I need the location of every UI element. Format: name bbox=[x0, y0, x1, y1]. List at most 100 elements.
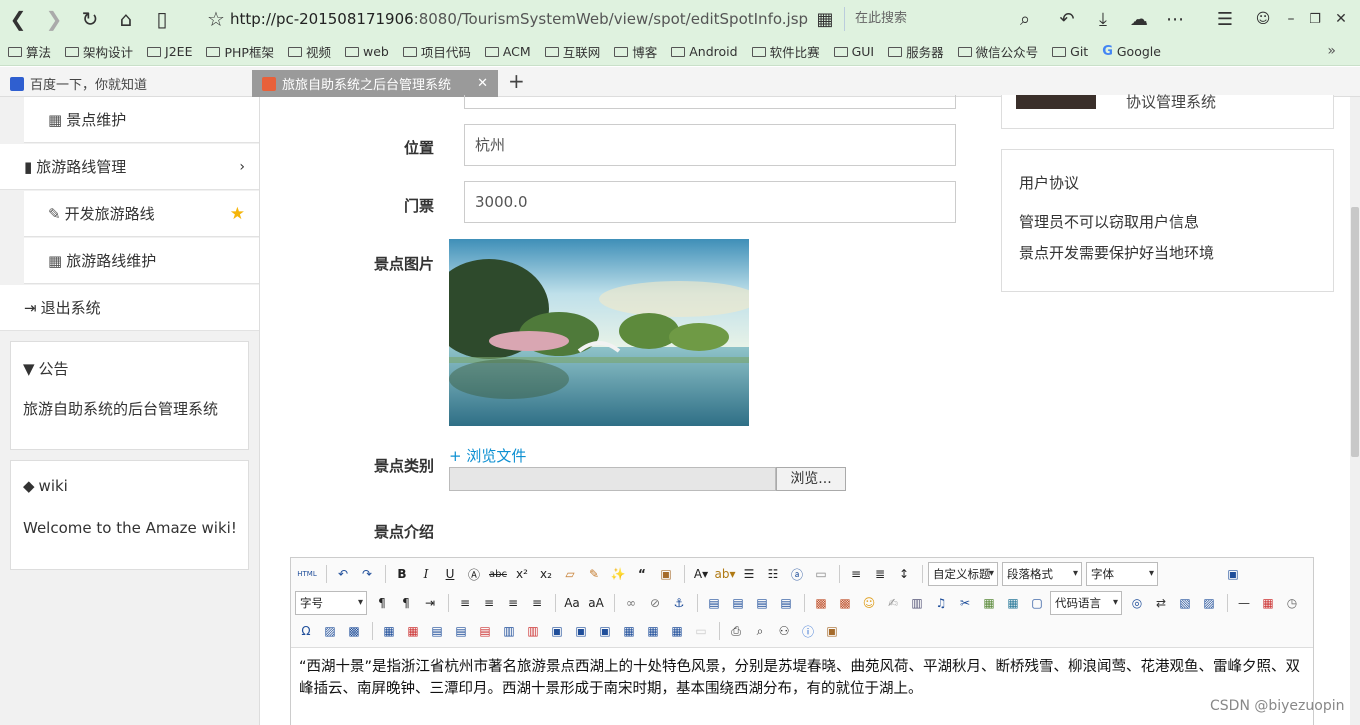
bookmark-item[interactable]: Git bbox=[1052, 44, 1088, 59]
reader-icon[interactable]: ▯ bbox=[144, 0, 180, 38]
multi-image-icon[interactable]: ▩ bbox=[834, 593, 856, 613]
bookmark-item[interactable]: 软件比赛 bbox=[751, 42, 820, 61]
address-bar[interactable]: http://pc-201508171906:8080/TourismSyste… bbox=[230, 0, 808, 38]
image-none-icon[interactable]: ▤ bbox=[703, 593, 725, 613]
bookmark-item[interactable]: PHP框架 bbox=[206, 42, 274, 61]
background-icon[interactable]: ▧ bbox=[1174, 593, 1196, 613]
lowercase-icon[interactable]: aA bbox=[585, 593, 607, 613]
subscript-icon[interactable]: x₂ bbox=[535, 564, 557, 584]
image-right-icon[interactable]: ▤ bbox=[751, 593, 773, 613]
split-to-rows-icon[interactable]: ▦ bbox=[642, 621, 664, 641]
word-image-icon[interactable]: ▩ bbox=[343, 621, 365, 641]
ticket-input[interactable]: 3000.0 bbox=[464, 181, 956, 223]
insert-table-icon[interactable]: ▦ bbox=[378, 621, 400, 641]
template-icon[interactable]: ⇄ bbox=[1150, 593, 1172, 613]
search-icon[interactable]: ⌕ bbox=[1008, 0, 1042, 38]
align-right-icon[interactable]: ≡ bbox=[502, 593, 524, 613]
align-left-icon[interactable]: ≡ bbox=[454, 593, 476, 613]
sidebar-item-spot-maintain[interactable]: ▦ 景点维护 bbox=[24, 97, 259, 143]
scrollbar-thumb[interactable] bbox=[1351, 207, 1359, 457]
auto-typeset-icon[interactable]: ✨ bbox=[607, 564, 629, 584]
new-tab-icon[interactable]: + bbox=[508, 69, 525, 93]
gmap-icon[interactable]: ▦ bbox=[1002, 593, 1024, 613]
ordered-list-icon[interactable]: ☰ bbox=[738, 564, 760, 584]
drafts-icon[interactable]: ▣ bbox=[821, 621, 843, 641]
bookmark-item[interactable]: 互联网 bbox=[544, 42, 600, 61]
search-icon[interactable]: ⚇ bbox=[773, 621, 795, 641]
merge-down-icon[interactable]: ▣ bbox=[594, 621, 616, 641]
close-tab-icon[interactable]: ✕ bbox=[477, 76, 488, 91]
strikethrough-icon[interactable]: abc bbox=[487, 564, 509, 584]
editor-content[interactable]: “西湖十景”是指浙江省杭州市著名旅游景点西湖上的十处特色风景，分别是苏堤春晓、曲… bbox=[299, 656, 1309, 700]
time-icon[interactable]: ◷ bbox=[1281, 593, 1303, 613]
sidebar-item-develop-route[interactable]: ✎ 开发旅游路线 ★ bbox=[24, 191, 259, 237]
bookmark-item[interactable]: Android bbox=[671, 44, 738, 59]
browse-file-link[interactable]: + 浏览文件 bbox=[449, 445, 526, 466]
select-all-icon[interactable]: ⓐ bbox=[786, 564, 808, 584]
qr-icon[interactable]: ▦ bbox=[808, 0, 842, 38]
page-scrollbar[interactable] bbox=[1350, 97, 1360, 725]
undo-icon[interactable]: ↶ bbox=[332, 564, 354, 584]
sidebar-item-route-maintain[interactable]: ▦ 旅游路线维护 bbox=[24, 238, 259, 284]
delete-col-icon[interactable]: ▥ bbox=[522, 621, 544, 641]
bookmark-item[interactable]: 博客 bbox=[614, 42, 657, 61]
search-replace-icon[interactable]: ▨ bbox=[319, 621, 341, 641]
bold-icon[interactable]: B bbox=[391, 564, 413, 584]
chart-icon[interactable]: ▭ bbox=[690, 621, 712, 641]
insert-col-icon[interactable]: ▥ bbox=[498, 621, 520, 641]
blockquote-icon[interactable]: “ bbox=[631, 564, 653, 584]
file-path-field[interactable] bbox=[449, 467, 776, 491]
bookmark-item[interactable]: ACM bbox=[484, 44, 531, 59]
bookmark-item[interactable]: GUI bbox=[833, 44, 874, 59]
undo-icon[interactable]: ↶ bbox=[1050, 0, 1084, 38]
bookmark-item[interactable]: J2EE bbox=[147, 44, 192, 59]
format-brush-icon[interactable]: ✎ bbox=[583, 564, 605, 584]
paste-plain-icon[interactable]: ▣ bbox=[655, 564, 677, 584]
code-language-select[interactable]: 代码语言 bbox=[1050, 591, 1122, 615]
fullscreen-icon[interactable]: ▣ bbox=[1222, 564, 1244, 584]
row-spacing-bottom-icon[interactable]: ≣ bbox=[869, 564, 891, 584]
unordered-list-icon[interactable]: ☷ bbox=[762, 564, 784, 584]
clear-doc-icon[interactable]: ▭ bbox=[810, 564, 832, 584]
sidebar-item-route-manage[interactable]: ▮ 旅游路线管理 › bbox=[0, 144, 259, 190]
merge-cells-icon[interactable]: ▣ bbox=[546, 621, 568, 641]
bookmark-item[interactable]: G Google bbox=[1102, 44, 1161, 59]
bookmark-item[interactable]: 架构设计 bbox=[65, 42, 133, 61]
bookmark-item[interactable]: 微信公众号 bbox=[957, 42, 1038, 61]
reload-icon[interactable]: ↻ bbox=[72, 0, 108, 38]
special-chars-icon[interactable]: Ω bbox=[295, 621, 317, 641]
align-center-icon[interactable]: ≡ bbox=[478, 593, 500, 613]
cloud-icon[interactable]: ☁ bbox=[1122, 0, 1156, 38]
anchor-icon[interactable]: ⚓ bbox=[668, 593, 690, 613]
font-family-select[interactable]: 字体 bbox=[1086, 562, 1158, 586]
date-icon[interactable]: ▦ bbox=[1257, 593, 1279, 613]
font-border-icon[interactable]: Ⓐ bbox=[463, 564, 485, 584]
insert-frame-icon[interactable]: ▢ bbox=[1026, 593, 1048, 613]
merge-right-icon[interactable]: ▣ bbox=[570, 621, 592, 641]
bookmark-item[interactable]: 项目代码 bbox=[402, 42, 471, 61]
tab-admin[interactable]: 旅旅自助系统之后台管理系统 ✕ bbox=[252, 70, 498, 97]
menu-icon[interactable]: ☰ bbox=[1208, 0, 1242, 38]
bookmark-item[interactable]: web bbox=[344, 44, 389, 59]
delete-table-icon[interactable]: ▦ bbox=[402, 621, 424, 641]
ltr-icon[interactable]: ¶ bbox=[371, 593, 393, 613]
horizontal-rule-icon[interactable]: — bbox=[1233, 593, 1255, 613]
align-justify-icon[interactable]: ≡ bbox=[526, 593, 548, 613]
video-icon[interactable]: ▥ bbox=[906, 593, 928, 613]
rtl-icon[interactable]: ¶ bbox=[395, 593, 417, 613]
close-window-icon[interactable]: ✕ bbox=[1324, 0, 1358, 38]
tab-baidu[interactable]: 百度一下，你就知道 bbox=[0, 70, 250, 97]
indent-icon[interactable]: ⇥ bbox=[419, 593, 441, 613]
home-icon[interactable]: ⌂ bbox=[108, 0, 144, 38]
location-input[interactable]: 杭州 bbox=[464, 124, 956, 166]
star-bookmark-icon[interactable]: ☆ bbox=[198, 0, 234, 38]
split-to-cells-icon[interactable]: ▦ bbox=[618, 621, 640, 641]
snapscreen-icon[interactable]: ▨ bbox=[1198, 593, 1220, 613]
pagebreak-icon[interactable]: ◎ bbox=[1126, 593, 1148, 613]
browse-button[interactable]: 浏览... bbox=[776, 467, 846, 491]
delete-row-icon[interactable]: ▤ bbox=[474, 621, 496, 641]
insert-image-icon[interactable]: ▩ bbox=[810, 593, 832, 613]
insert-row-icon[interactable]: ▤ bbox=[450, 621, 472, 641]
image-left-icon[interactable]: ▤ bbox=[727, 593, 749, 613]
uppercase-icon[interactable]: Aa bbox=[561, 593, 583, 613]
